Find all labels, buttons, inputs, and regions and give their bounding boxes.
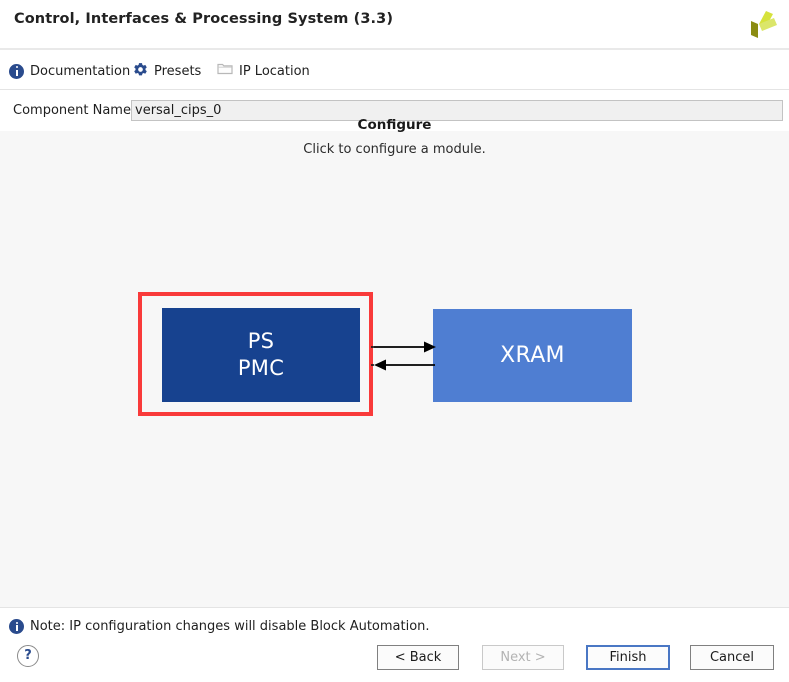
- back-button[interactable]: < Back: [377, 645, 459, 670]
- block-ps-pmc-line-1: PS: [247, 329, 275, 353]
- block-xram[interactable]: XRAM: [433, 309, 632, 402]
- versal-pinwheel-logo-icon: [738, 5, 778, 45]
- toolbar-item-documentation-label: Documentation: [30, 63, 131, 79]
- block-ps-pmc-line-2: PMC: [237, 356, 285, 380]
- page-title: Control, Interfaces & Processing System …: [14, 11, 394, 27]
- toolbar-item-presets[interactable]: Presets: [133, 61, 201, 81]
- gear-icon: [133, 62, 148, 81]
- cancel-button[interactable]: Cancel: [690, 645, 774, 670]
- info-icon: [9, 619, 24, 634]
- dialog-titlebar: Control, Interfaces & Processing System …: [0, 0, 789, 50]
- component-name-label: Component Name: [13, 103, 131, 118]
- configure-subheading: Click to configure a module.: [303, 142, 486, 157]
- configure-heading: Configure: [357, 117, 432, 133]
- block-ps-pmc[interactable]: PS PMC: [162, 308, 360, 402]
- toolbar-item-documentation[interactable]: Documentation: [9, 61, 130, 81]
- toolbar-item-ip-location-label: IP Location: [239, 63, 310, 79]
- ip-configuration-dialog: Control, Interfaces & Processing System …: [0, 0, 789, 682]
- info-icon: [9, 63, 24, 79]
- block-xram-label: XRAM: [500, 343, 565, 368]
- next-button: Next >: [482, 645, 564, 670]
- help-button[interactable]: ?: [17, 645, 39, 667]
- folder-icon: [217, 62, 233, 80]
- block-connector-arrows: [360, 330, 450, 385]
- toolbar-item-presets-label: Presets: [154, 63, 202, 79]
- finish-button[interactable]: Finish: [586, 645, 670, 670]
- toolbar-item-ip-location[interactable]: IP Location: [217, 61, 310, 81]
- footer-note: Note: IP configuration changes will disa…: [9, 619, 430, 634]
- footer-note-text: Note: IP configuration changes will disa…: [30, 619, 430, 634]
- dialog-toolbar: Documentation Presets IP Location: [0, 52, 789, 90]
